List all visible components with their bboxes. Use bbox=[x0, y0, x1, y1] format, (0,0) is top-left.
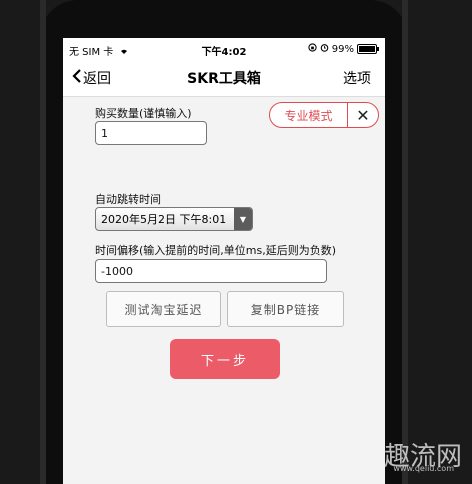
options-button[interactable]: 选项 bbox=[343, 68, 371, 88]
quantity-label: 购买数量(谨慎输入) bbox=[95, 107, 192, 120]
orientation-lock-icon bbox=[308, 43, 317, 55]
status-bar: 无 SIM 卡 下午4:02 99% bbox=[63, 38, 385, 60]
offset-input[interactable]: -1000 bbox=[95, 259, 327, 283]
pro-mode-toggle: 专业模式 ✕ bbox=[269, 102, 379, 128]
close-icon[interactable]: ✕ bbox=[348, 103, 378, 127]
jump-time-value: 2020年5月2日 下午8:01 bbox=[101, 213, 227, 226]
page-title: SKR工具箱 bbox=[187, 71, 261, 87]
chevron-down-icon: ▼ bbox=[234, 208, 252, 230]
quantity-input[interactable]: 1 bbox=[95, 121, 207, 145]
battery-icon bbox=[357, 44, 379, 54]
phone-edge-left bbox=[40, 0, 46, 484]
pro-mode-button[interactable]: 专业模式 bbox=[270, 103, 348, 127]
watermark-url: www.qeliu.com bbox=[393, 464, 454, 473]
test-delay-button[interactable]: 测试淘宝延迟 bbox=[106, 291, 221, 327]
copy-bp-button[interactable]: 复制BP链接 bbox=[227, 291, 344, 327]
next-button[interactable]: 下一步 bbox=[170, 339, 280, 379]
jump-time-label: 自动跳转时间 bbox=[95, 193, 161, 206]
nav-bar: 返回 SKR工具箱 选项 bbox=[63, 60, 385, 97]
battery-percent: 99% bbox=[331, 43, 354, 55]
alarm-icon bbox=[320, 43, 329, 55]
offset-label: 时间偏移(输入提前的时间,单位ms,延后则为负数) bbox=[95, 244, 337, 257]
battery-fill bbox=[359, 46, 375, 52]
main-content: 购买数量(谨慎输入) 1 专业模式 ✕ 自动跳转时间 2020年5月2日 下午8… bbox=[63, 97, 385, 484]
phone-edge-right bbox=[402, 0, 408, 484]
phone-screen: 无 SIM 卡 下午4:02 99% 返回 SKR工具箱 选项 购买数量(谨慎输… bbox=[63, 38, 385, 484]
jump-time-select[interactable]: 2020年5月2日 下午8:01 ▼ bbox=[95, 207, 253, 231]
status-right: 99% bbox=[308, 43, 379, 55]
